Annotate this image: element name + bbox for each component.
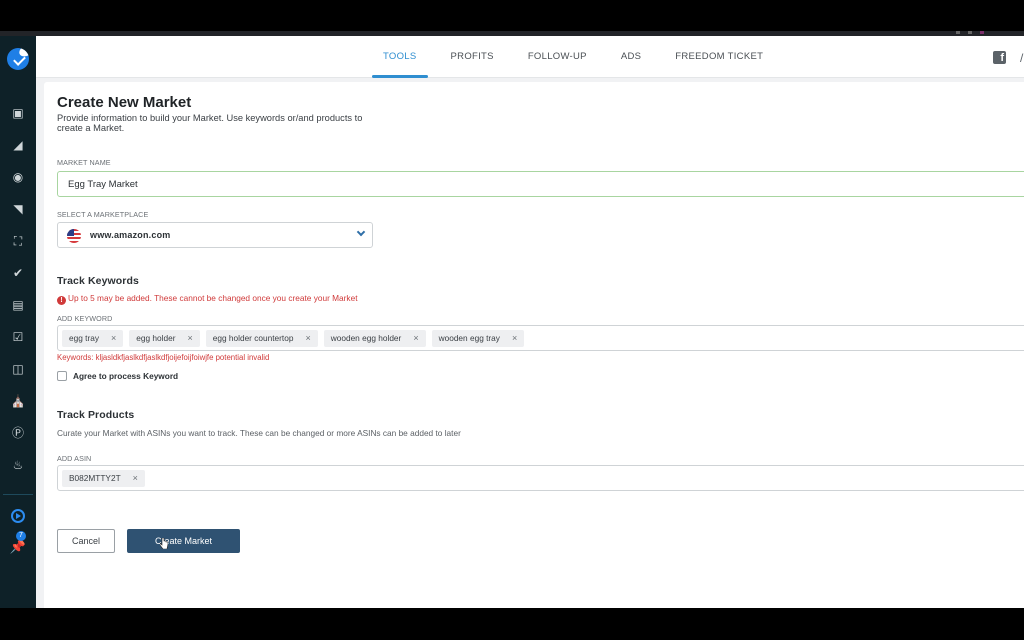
play-circle-icon[interactable] [11,509,25,523]
agree-label: Agree to process Keyword [73,371,179,381]
track-products-title: Track Products [57,409,135,421]
overflow-icon[interactable]: / [1020,51,1024,65]
cancel-button[interactable]: Cancel [57,529,115,553]
nav-tabs: TOOLS PROFITS FOLLOW-UP ADS FREEDOM TICK… [372,36,786,78]
market-name-input[interactable]: Egg Tray Market [57,171,1024,197]
sidebar: ▣ ◢ ◉ ◥ ⛶ ✔ ▤ ☑ ◫ ⛪ Ⓟ ♨ 📌 7 [0,36,36,608]
keyword-chip: wooden egg holder × [323,329,426,347]
keyword-chip: egg holder countertop × [205,329,318,347]
chevron-down-icon [356,227,366,237]
agree-checkbox[interactable]: Agree to process Keyword [57,371,178,381]
keyword-chip-label: egg holder countertop [212,333,294,343]
market-name-value: Egg Tray Market [68,179,138,190]
asin-chip-label: B082MTTY2T [69,473,121,483]
tab-tools[interactable]: TOOLS [372,36,428,78]
asin-chip: B082MTTY2T × [62,469,145,487]
check-circle-icon[interactable]: ✔ [11,266,25,280]
pin-icon[interactable]: 📌 7 [10,531,26,555]
remove-chip-icon[interactable]: × [187,333,192,343]
page-title: Create New Market [57,94,192,111]
globe-icon[interactable]: ◉ [11,170,25,184]
genie-lamp-icon[interactable]: ♨ [11,458,25,472]
notification-badge: 7 [15,531,26,541]
marketplace-value: www.amazon.com [90,230,171,240]
keywords-warning: ! Up to 5 may be added. These cannot be c… [57,293,358,305]
remove-chip-icon[interactable]: × [111,333,116,343]
parking-icon[interactable]: Ⓟ [11,426,25,440]
app-main: TOOLS PROFITS FOLLOW-UP ADS FREEDOM TICK… [36,36,1024,612]
keywords-warning-text: Up to 5 may be added. These cannot be ch… [68,293,358,303]
marketplace-label: SELECT A MARKETPLACE [57,210,149,219]
keyword-chip: egg holder × [129,329,200,347]
us-flag-icon [67,229,81,243]
tab-profits[interactable]: PROFITS [440,36,505,78]
signal-chart-icon[interactable]: ◢ [11,138,25,152]
remove-chip-icon[interactable]: × [305,333,310,343]
page-subtitle: Provide information to build your Market… [57,113,363,133]
checkbox[interactable] [57,371,67,381]
warehouse-icon[interactable]: ⛪ [11,394,26,408]
tab-ads[interactable]: ADS [610,36,652,78]
top-nav: TOOLS PROFITS FOLLOW-UP ADS FREEDOM TICK… [36,36,1024,78]
track-keywords-title: Track Keywords [57,275,139,287]
keyword-chip-label: wooden egg holder [330,333,402,343]
add-keyword-label: ADD KEYWORD [57,314,113,323]
asin-input[interactable]: B082MTTY2T × [57,465,1024,491]
marketplace-select[interactable]: www.amazon.com [57,222,373,248]
keyword-chip-label: egg holder [136,333,176,343]
sidebar-divider [3,494,33,495]
warning-icon: ! [57,296,66,305]
market-name-label: MARKET NAME [57,158,111,167]
keyword-chip: wooden egg tray × [431,329,525,347]
keyword-chip-label: wooden egg tray [438,333,500,343]
facebook-icon[interactable]: f [993,51,1006,64]
document-icon[interactable]: ▤ [11,298,25,312]
track-products-description: Curate your Market with ASINs you want t… [57,428,461,438]
create-market-form: Create New Market Provide information to… [44,82,1024,612]
screen-top-bar [0,0,1024,36]
remove-chip-icon[interactable]: × [133,473,138,483]
scan-icon[interactable]: ⛶ [11,234,25,248]
tab-freedom-ticket[interactable]: FREEDOM TICKET [664,36,774,78]
area-chart-icon[interactable]: ◥ [11,202,25,216]
add-asin-label: ADD ASIN [57,454,92,463]
mouse-cursor-icon [160,538,168,549]
inventory-icon[interactable]: ◫ [11,362,25,376]
box-search-icon[interactable]: ▣ [11,106,25,120]
keyword-chip-label: egg tray [69,333,99,343]
remove-chip-icon[interactable]: × [512,333,517,343]
checkbox-icon[interactable]: ☑ [11,330,25,344]
screen-bottom-bar [0,608,1024,640]
window-controls [956,31,984,34]
keyword-chip: egg tray × [62,329,124,347]
app-logo-icon[interactable] [7,48,29,70]
keyword-error: Keywords: kljasldkfjaslkdfjaslkdfjoijefo… [57,353,270,362]
keyword-input[interactable]: egg tray × egg holder × egg holder counter… [57,325,1024,351]
tab-follow-up[interactable]: FOLLOW-UP [517,36,598,78]
create-market-button[interactable]: Create Market [127,529,240,553]
remove-chip-icon[interactable]: × [413,333,418,343]
